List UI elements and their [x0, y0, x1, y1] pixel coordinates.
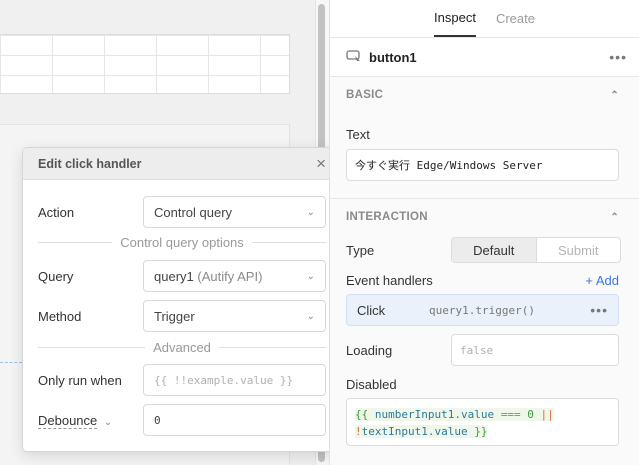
modal-header: Edit click handler ×: [23, 148, 341, 180]
basic-heading: BASIC: [346, 89, 384, 101]
interaction-heading: INTERACTION: [346, 211, 428, 223]
chevron-down-icon: ⌄: [306, 310, 315, 322]
handler-event: Click: [357, 302, 386, 318]
tab-inspect[interactable]: Inspect: [434, 0, 476, 37]
method-select[interactable]: Trigger ⌄: [143, 300, 326, 332]
query-label: Query: [38, 268, 74, 284]
method-value: Trigger: [154, 308, 195, 324]
query-select[interactable]: query1 (Autify API) ⌄: [143, 260, 326, 292]
modal-title: Edit click handler: [38, 156, 142, 171]
code-op1: ===: [500, 408, 521, 421]
chevron-down-icon: ⌄: [306, 270, 315, 282]
divider-label: Advanced: [153, 340, 211, 355]
code-var1: numberInput1.value: [374, 408, 495, 421]
panel-tabs: Inspect Create: [330, 0, 639, 37]
disabled-code-input[interactable]: {{ numberInput1.value === 0 || !textInpu…: [346, 398, 619, 446]
debounce-label-text: Debounce: [38, 412, 98, 429]
more-options-icon[interactable]: •••: [609, 49, 627, 65]
interaction-section-header[interactable]: INTERACTION ⌃: [346, 211, 619, 223]
code-open-brace: {{: [355, 408, 369, 421]
query-source: (Autify API): [197, 268, 263, 284]
action-label: Action: [38, 204, 75, 220]
debounce-input[interactable]: 0: [143, 404, 326, 436]
action-row: Action Control query ⌄: [38, 196, 326, 228]
code-close-brace: }}: [474, 425, 488, 438]
method-label: Method: [38, 308, 82, 324]
text-input[interactable]: 今すぐ実行 Edge/Windows Server: [346, 149, 619, 181]
more-options-icon[interactable]: •••: [590, 302, 608, 318]
chevron-up-icon[interactable]: ⌃: [610, 212, 619, 223]
code-num: 0: [527, 408, 534, 421]
query-value: query1: [154, 268, 194, 284]
basic-section-header[interactable]: BASIC ⌃: [346, 89, 619, 101]
loading-input[interactable]: false: [451, 334, 619, 366]
code-op2: ||: [540, 408, 554, 421]
edit-click-handler-modal: Edit click handler × Action Control quer…: [22, 147, 342, 452]
canvas-grid-component[interactable]: [0, 34, 290, 94]
loading-placeholder: false: [460, 343, 494, 357]
advanced-divider: Advanced: [38, 340, 326, 355]
code-not: !: [355, 425, 362, 438]
action-select[interactable]: Control query ⌄: [143, 196, 326, 228]
basic-section: BASIC ⌃ Text 今すぐ実行 Edge/Windows Server: [330, 77, 639, 198]
loading-label: Loading: [346, 343, 393, 358]
debounce-row: Debounce ⌄ 0: [38, 404, 326, 436]
debounce-value: 0: [154, 413, 161, 427]
divider-label: Control query options: [120, 235, 244, 250]
text-value: 今すぐ実行 Edge/Windows Server: [355, 159, 543, 172]
type-option-default[interactable]: Default: [452, 238, 536, 262]
only-run-label: Only run when: [38, 372, 122, 388]
component-name[interactable]: button1: [369, 50, 609, 65]
chevron-down-icon: ⌄: [306, 206, 315, 218]
code-var2: textInput1.value: [361, 425, 468, 438]
button-component-icon: [346, 49, 362, 66]
close-icon[interactable]: ×: [316, 155, 326, 172]
method-row: Method Trigger ⌄: [38, 300, 326, 332]
type-label: Type: [346, 243, 375, 258]
event-handlers-label: Event handlers: [346, 273, 433, 288]
add-event-handler-button[interactable]: + Add: [585, 273, 619, 288]
tab-create[interactable]: Create: [496, 0, 535, 37]
only-run-placeholder: {{ !!example.value }}: [154, 373, 294, 387]
text-label: Text: [346, 127, 370, 142]
chevron-up-icon[interactable]: ⌃: [610, 90, 619, 101]
event-handler-item[interactable]: Click query1.trigger() •••: [346, 294, 619, 326]
drop-guide: [0, 362, 22, 363]
action-value: Control query: [154, 204, 233, 220]
type-segmented-control: Default Submit: [451, 237, 621, 263]
type-option-submit[interactable]: Submit: [535, 238, 621, 262]
handler-action: query1.trigger(): [429, 303, 535, 317]
only-run-input[interactable]: {{ !!example.value }}: [143, 364, 326, 396]
component-header: button1 •••: [330, 37, 639, 77]
control-query-options-divider: Control query options: [38, 235, 326, 250]
query-row: Query query1 (Autify API) ⌄: [38, 260, 326, 292]
inspector-panel: Inspect Create button1 ••• BASIC ⌃ Text …: [329, 0, 639, 465]
disabled-code: {{ numberInput1.value === 0 || !textInpu…: [355, 406, 554, 440]
chevron-down-icon: ⌄: [103, 416, 113, 428]
debounce-label[interactable]: Debounce ⌄: [38, 412, 143, 429]
only-run-row: Only run when {{ !!example.value }}: [38, 364, 326, 396]
disabled-label: Disabled: [346, 377, 397, 392]
